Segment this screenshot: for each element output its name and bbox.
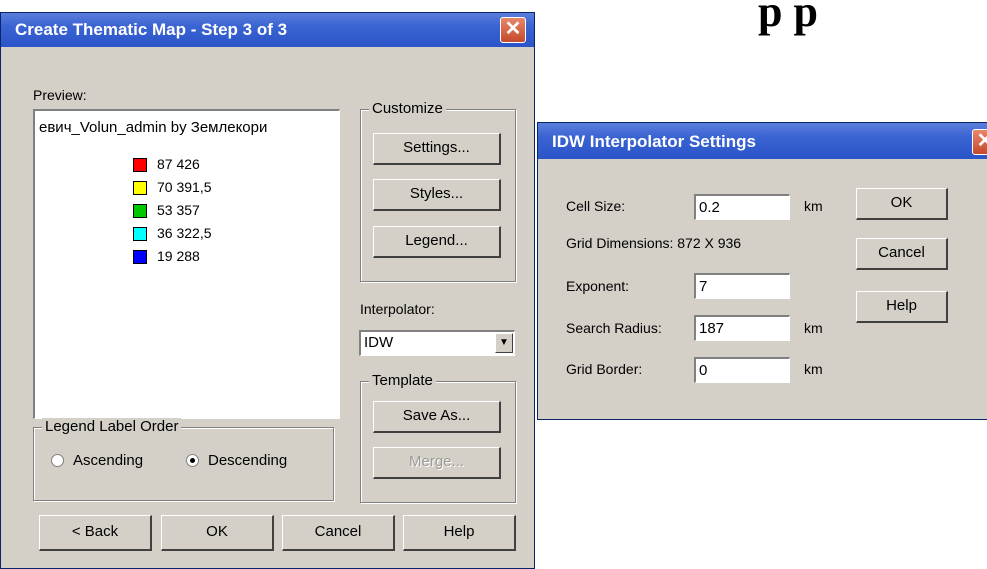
- exponent-value: 7: [699, 278, 708, 295]
- legend-swatch: [133, 158, 147, 172]
- grid-border-value: 0: [699, 362, 708, 379]
- search-radius-field[interactable]: 187: [694, 315, 790, 341]
- close-icon[interactable]: ✕: [500, 17, 526, 43]
- legend-value: 36 322,5: [157, 225, 212, 241]
- close-icon[interactable]: ✕: [972, 129, 987, 155]
- search-radius-unit: km: [804, 320, 823, 336]
- descending-radio[interactable]: [186, 454, 199, 467]
- idw-cancel-button[interactable]: Cancel: [856, 238, 948, 270]
- legend-value: 70 391,5: [157, 179, 212, 195]
- cell-size-label: Cell Size:: [566, 198, 626, 214]
- legend-value: 87 426: [157, 156, 200, 172]
- legend-value: 53 357: [157, 202, 200, 218]
- descending-label[interactable]: Descending: [208, 452, 287, 469]
- customize-group-title: Customize: [369, 100, 446, 117]
- legend-swatch: [133, 204, 147, 218]
- merge-button[interactable]: Merge...: [373, 447, 501, 479]
- cancel-button[interactable]: Cancel: [282, 515, 395, 551]
- back-button[interactable]: < Back: [39, 515, 152, 551]
- exponent-label: Exponent:: [566, 278, 630, 294]
- ascending-radio[interactable]: [51, 454, 64, 467]
- preview-label: Preview:: [33, 87, 87, 103]
- help-button[interactable]: Help: [403, 515, 516, 551]
- exponent-field[interactable]: 7: [694, 273, 790, 299]
- dialog-title: IDW Interpolator Settings: [552, 132, 756, 151]
- settings-button[interactable]: Settings...: [373, 133, 501, 165]
- grid-dimensions-label: Grid Dimensions: 872 X 936: [566, 235, 742, 251]
- preview-panel: евич_Volun_admin by Землекори 87 426 70 …: [33, 109, 340, 419]
- grid-border-field[interactable]: 0: [694, 357, 790, 383]
- legend-value: 19 288: [157, 248, 200, 264]
- ok-button[interactable]: OK: [161, 515, 274, 551]
- template-group-title: Template: [369, 372, 436, 389]
- cell-size-unit: km: [804, 198, 823, 214]
- dialog-title: Create Thematic Map - Step 3 of 3: [15, 20, 288, 39]
- title-bar: Create Thematic Map - Step 3 of 3 ✕: [1, 13, 534, 47]
- cell-size-field[interactable]: 0.2: [694, 194, 790, 220]
- styles-button[interactable]: Styles...: [373, 179, 501, 211]
- template-group: Template: [360, 372, 516, 503]
- preview-title: евич_Volun_admin by Землекори: [39, 119, 268, 136]
- save-as-button[interactable]: Save As...: [373, 401, 501, 433]
- idw-help-button[interactable]: Help: [856, 291, 948, 323]
- interpolator-value: IDW: [364, 334, 394, 351]
- idw-interpolator-settings-dialog: IDW Interpolator Settings ✕ Cell Size: 0…: [537, 122, 987, 420]
- search-radius-value: 187: [699, 320, 725, 337]
- idw-ok-button[interactable]: OK: [856, 188, 948, 220]
- interpolator-label: Interpolator:: [360, 301, 435, 317]
- legend-swatch: [133, 250, 147, 264]
- grid-border-label: Grid Border:: [566, 361, 643, 377]
- title-bar: IDW Interpolator Settings ✕: [538, 123, 987, 159]
- create-thematic-map-dialog: Create Thematic Map - Step 3 of 3 ✕ Prev…: [0, 12, 535, 569]
- search-radius-label: Search Radius:: [566, 320, 662, 336]
- legend-swatch: [133, 181, 147, 195]
- legend-label-order-title: Legend Label Order: [42, 418, 182, 435]
- legend-button[interactable]: Legend...: [373, 226, 501, 258]
- grid-border-unit: km: [804, 361, 823, 377]
- cell-size-value: 0.2: [699, 199, 720, 216]
- background-title-fragment: р р: [758, 0, 818, 36]
- ascending-label[interactable]: Ascending: [73, 452, 143, 469]
- chevron-down-icon[interactable]: ▼: [495, 333, 513, 353]
- interpolator-select[interactable]: IDW ▼: [359, 330, 515, 356]
- legend-swatch: [133, 227, 147, 241]
- radio-selected-dot: [190, 458, 195, 463]
